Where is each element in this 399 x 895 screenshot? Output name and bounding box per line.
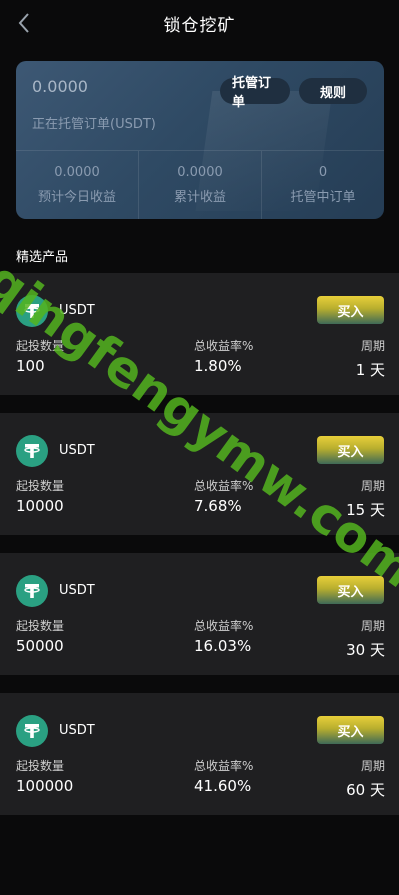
- period-label: 周期: [360, 759, 385, 773]
- product-card: USDT 买入 起投数量 总收益率% 周期 100 1.80% 1 天: [0, 273, 399, 395]
- min-amount-value: 100: [16, 357, 45, 375]
- stat-label: 累计收益: [173, 190, 226, 205]
- tether-icon: [16, 435, 48, 467]
- top-bar: 锁仓挖矿: [0, 0, 399, 46]
- total-value: 0.0000: [32, 77, 88, 96]
- period-value: 30 天: [346, 641, 385, 659]
- total-label: 正在托管订单(USDT): [32, 117, 156, 132]
- coin-name: USDT: [59, 443, 95, 458]
- product-card: USDT 买入 起投数量 总收益率% 周期 100000 41.60% 60 天: [0, 693, 399, 815]
- product-card: USDT 买入 起投数量 总收益率% 周期 10000 7.68% 15 天: [0, 413, 399, 535]
- min-amount-value: 50000: [16, 637, 64, 655]
- min-amount-value: 10000: [16, 497, 64, 515]
- buy-button[interactable]: 买入: [317, 576, 384, 604]
- min-amount-label: 起投数量: [16, 339, 65, 353]
- period-label: 周期: [360, 619, 385, 633]
- tether-icon: [16, 295, 48, 327]
- tether-icon: [16, 715, 48, 747]
- coin-name: USDT: [59, 303, 95, 318]
- total-rate-label: 总收益率%: [194, 339, 254, 353]
- product-card: USDT 买入 起投数量 总收益率% 周期 50000 16.03% 30 天: [0, 553, 399, 675]
- min-amount-label: 起投数量: [16, 479, 65, 493]
- stats-row: 0.0000 预计今日收益 0.0000 累计收益 0 托管中订单: [16, 151, 384, 219]
- buy-button[interactable]: 买入: [317, 436, 384, 464]
- min-amount-value: 100000: [16, 777, 74, 795]
- period-value: 60 天: [346, 781, 385, 799]
- stat-active-orders: 0 托管中订单: [261, 151, 384, 219]
- stat-value: 0: [318, 165, 328, 180]
- buy-button[interactable]: 买入: [317, 716, 384, 744]
- min-amount-label: 起投数量: [16, 759, 65, 773]
- chevron-left-icon: [18, 13, 29, 33]
- period-label: 周期: [360, 339, 385, 353]
- total-rate-label: 总收益率%: [194, 619, 254, 633]
- tether-icon: [16, 575, 48, 607]
- total-rate-label: 总收益率%: [194, 479, 254, 493]
- period-value: 1 天: [355, 361, 385, 379]
- period-value: 15 天: [346, 501, 385, 519]
- total-rate-label: 总收益率%: [194, 759, 254, 773]
- section-title: 精选产品: [16, 250, 69, 265]
- coin-name: USDT: [59, 723, 95, 738]
- total-rate-value: 7.68%: [194, 497, 242, 515]
- stat-label: 预计今日收益: [37, 190, 116, 205]
- total-rate-value: 1.80%: [194, 357, 242, 375]
- buy-button[interactable]: 买入: [317, 296, 384, 324]
- total-rate-value: 16.03%: [194, 637, 252, 655]
- stat-value: 0.0000: [177, 165, 223, 180]
- page-title: 锁仓挖矿: [163, 15, 236, 36]
- summary-card: 0.0000 正在托管订单(USDT) 托管订单 规则 0.0000 预计今日收…: [16, 61, 384, 219]
- total-rate-value: 41.60%: [194, 777, 252, 795]
- back-button[interactable]: [12, 10, 36, 36]
- coin-name: USDT: [59, 583, 95, 598]
- period-label: 周期: [360, 479, 385, 493]
- stat-value: 0.0000: [54, 165, 100, 180]
- stat-label: 托管中订单: [290, 190, 356, 205]
- stat-today-earnings: 0.0000 预计今日收益: [16, 151, 138, 219]
- custody-orders-button[interactable]: 托管订单: [220, 76, 290, 110]
- rules-button[interactable]: 规则: [299, 78, 367, 104]
- min-amount-label: 起投数量: [16, 619, 65, 633]
- stat-total-earnings: 0.0000 累计收益: [138, 151, 261, 219]
